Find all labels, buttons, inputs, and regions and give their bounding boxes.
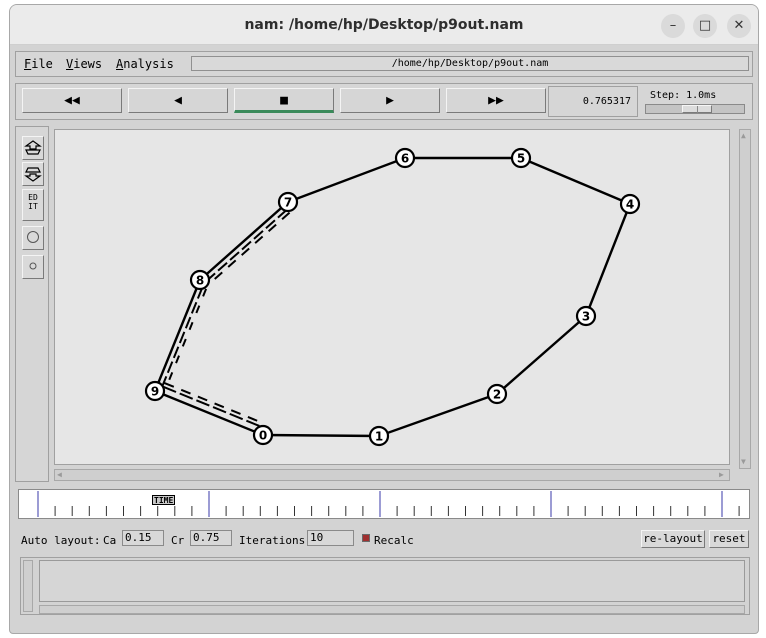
node-3[interactable]: 3 xyxy=(575,305,597,327)
zoom-in-button[interactable] xyxy=(22,136,44,160)
node-1[interactable]: 1 xyxy=(368,425,390,447)
step-label: Step: 1.0ms xyxy=(650,90,717,101)
step-back-button[interactable]: ◀ xyxy=(128,88,228,113)
edit-toolbar: ED IT xyxy=(15,126,49,482)
small-node-tool-button[interactable] xyxy=(22,255,44,279)
small-circle-icon xyxy=(29,262,37,270)
step-slider[interactable] xyxy=(645,104,745,114)
play-button[interactable]: ▶ xyxy=(340,88,440,113)
link-2-3[interactable] xyxy=(496,315,587,395)
panel-vertical-scrollbar[interactable] xyxy=(23,560,33,612)
node-label-3: 3 xyxy=(582,310,590,324)
re-layout-button[interactable]: re-layout xyxy=(641,530,705,548)
fast-forward-button[interactable]: ▶▶ xyxy=(446,88,546,113)
node-6[interactable]: 6 xyxy=(394,147,416,169)
timeline-ticks xyxy=(37,491,740,517)
auto-layout-label: Auto layout: xyxy=(21,534,101,547)
zoom-out-button[interactable] xyxy=(22,162,44,186)
menu-file[interactable]: File xyxy=(24,57,53,71)
menu-analysis-label: nalysis xyxy=(123,57,174,71)
recalc-checkbox[interactable] xyxy=(362,534,370,542)
link-1-2[interactable] xyxy=(378,392,498,438)
cr-input[interactable]: 0.75 xyxy=(190,530,232,546)
scroll-right-icon[interactable]: ▶ xyxy=(719,471,724,479)
close-button[interactable]: ✕ xyxy=(727,14,751,38)
node-5[interactable]: 5 xyxy=(510,147,532,169)
edit-label: ED IT xyxy=(28,193,38,211)
link-3-4[interactable] xyxy=(584,203,632,317)
link-9-0[interactable] xyxy=(154,389,264,437)
node-9[interactable]: 9 xyxy=(144,380,166,402)
reset-button[interactable]: reset xyxy=(709,530,749,548)
node-8[interactable]: 8 xyxy=(189,269,211,291)
scroll-down-icon[interactable]: ▼ xyxy=(741,458,746,466)
node-0[interactable]: 0 xyxy=(252,424,274,446)
ca-input[interactable]: 0.15 xyxy=(122,530,164,546)
network-canvas[interactable]: 0 1 2 3 4 5 6 7 8 9 xyxy=(54,129,730,465)
menu-views[interactable]: Views xyxy=(66,57,102,71)
canvas-horizontal-scrollbar[interactable]: ◀ ▶ xyxy=(54,469,730,481)
menu-views-label: iews xyxy=(73,57,103,71)
node-label-8: 8 xyxy=(196,274,204,288)
node-tool-button[interactable] xyxy=(22,226,44,250)
packet-8-9-2 xyxy=(160,287,204,388)
ca-label: Ca xyxy=(103,534,117,547)
packet-9-0-1 xyxy=(164,382,263,424)
node-label-6: 6 xyxy=(401,152,409,166)
node-2[interactable]: 2 xyxy=(486,383,508,405)
menu-file-label: ile xyxy=(31,57,53,71)
current-time-display: 0.765317 xyxy=(548,86,638,117)
playback-controls: ◀◀ ◀ ■ ▶ ▶▶ 0.765317 Step: 1.0ms xyxy=(15,83,753,120)
node-label-1: 1 xyxy=(375,430,383,444)
zoom-out-icon xyxy=(24,167,42,182)
circle-icon xyxy=(27,231,39,243)
edit-button[interactable]: ED IT xyxy=(22,189,44,221)
iterations-input[interactable]: 10 xyxy=(307,530,354,546)
cr-label: Cr xyxy=(171,534,185,547)
file-path-display: /home/hp/Desktop/p9out.nam xyxy=(191,56,749,71)
packet-8-9-3 xyxy=(164,288,208,390)
recalc-label: Recalc xyxy=(374,534,414,547)
link-4-5[interactable] xyxy=(520,156,631,206)
packet-7-8-4 xyxy=(207,208,288,281)
annotation-text-area[interactable] xyxy=(39,560,745,602)
menu-analysis[interactable]: Analysis xyxy=(116,57,174,71)
scroll-left-icon[interactable]: ◀ xyxy=(57,471,62,479)
node-7[interactable]: 7 xyxy=(277,191,299,213)
iterations-label: Iterations xyxy=(239,534,306,547)
scroll-up-icon[interactable]: ▲ xyxy=(741,132,746,140)
link-8-9[interactable] xyxy=(153,279,202,392)
nam-window: nam: /home/hp/Desktop/p9out.nam – □ ✕ Fi… xyxy=(9,4,759,634)
window-title: nam: /home/hp/Desktop/p9out.nam xyxy=(244,17,524,33)
packet-7-8-5 xyxy=(209,211,291,284)
panel-horizontal-scrollbar[interactable] xyxy=(39,605,745,614)
node-label-0: 0 xyxy=(259,429,267,443)
node-label-7: 7 xyxy=(284,196,292,210)
time-marker[interactable]: TIME xyxy=(152,495,176,505)
node-label-2: 2 xyxy=(493,388,501,402)
step-slider-thumb[interactable] xyxy=(682,105,712,113)
link-7-8[interactable] xyxy=(199,201,289,281)
stop-button[interactable]: ■ xyxy=(234,88,334,113)
node-label-5: 5 xyxy=(517,152,525,166)
node-label-9: 9 xyxy=(151,385,159,399)
annotation-panel xyxy=(20,557,750,615)
canvas-vertical-scrollbar[interactable]: ▲ ▼ xyxy=(739,129,751,469)
rewind-button[interactable]: ◀◀ xyxy=(22,88,122,113)
minimize-button[interactable]: – xyxy=(661,14,685,38)
title-bar: nam: /home/hp/Desktop/p9out.nam – □ ✕ xyxy=(10,5,758,45)
node-label-4: 4 xyxy=(626,198,634,212)
maximize-button[interactable]: □ xyxy=(693,14,717,38)
link-6-7[interactable] xyxy=(287,156,406,204)
link-0-1[interactable] xyxy=(262,433,380,438)
timeline-slider[interactable]: TIME xyxy=(18,489,750,519)
packet-9-0-0 xyxy=(162,385,261,428)
zoom-in-icon xyxy=(24,140,42,155)
node-4[interactable]: 4 xyxy=(619,193,641,215)
network-topology: 0 1 2 3 4 5 6 7 8 9 xyxy=(144,147,641,447)
menu-bar: File Views Analysis /home/hp/Desktop/p9o… xyxy=(15,51,753,77)
